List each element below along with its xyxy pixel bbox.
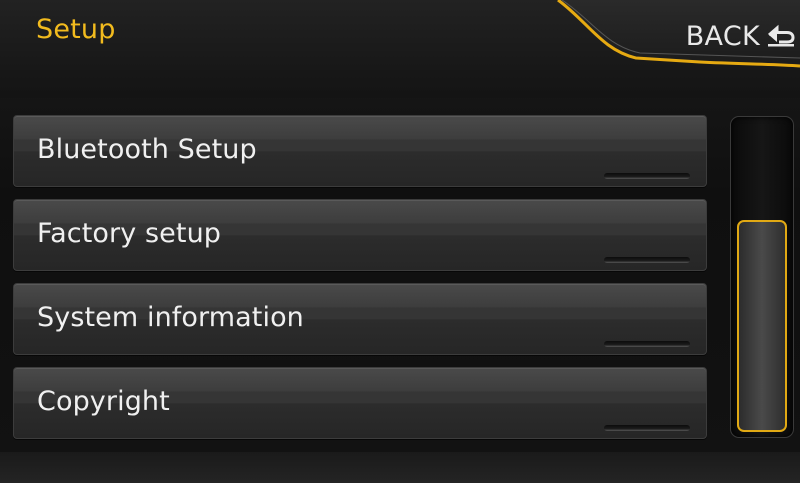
scrollbar-track[interactable] xyxy=(730,116,794,438)
page-title: Setup xyxy=(36,14,116,45)
menu-item-bluetooth-setup[interactable]: Bluetooth Setup xyxy=(13,115,707,187)
menu-item-system-information[interactable]: System information xyxy=(13,283,707,355)
menu-item-label: Bluetooth Setup xyxy=(37,134,257,165)
menu-item-factory-setup[interactable]: Factory setup xyxy=(13,199,707,271)
setup-screen: Setup BACK Bluetooth Setup Factory setup… xyxy=(0,0,800,483)
menu-item-label: Factory setup xyxy=(37,218,222,249)
header-bar: Setup BACK xyxy=(0,0,800,98)
menu-item-groove xyxy=(604,173,690,179)
menu-item-groove xyxy=(604,257,690,263)
menu-item-copyright[interactable]: Copyright xyxy=(13,367,707,439)
scrollbar-thumb[interactable] xyxy=(737,220,787,432)
return-arrow-icon xyxy=(766,24,796,48)
menu-item-groove xyxy=(604,425,690,431)
menu-item-groove xyxy=(604,341,690,347)
menu-item-label: Copyright xyxy=(37,386,170,417)
bottom-band xyxy=(0,452,800,483)
back-label: BACK xyxy=(685,20,760,52)
back-button[interactable]: BACK xyxy=(660,8,800,64)
menu-item-label: System information xyxy=(37,302,304,333)
